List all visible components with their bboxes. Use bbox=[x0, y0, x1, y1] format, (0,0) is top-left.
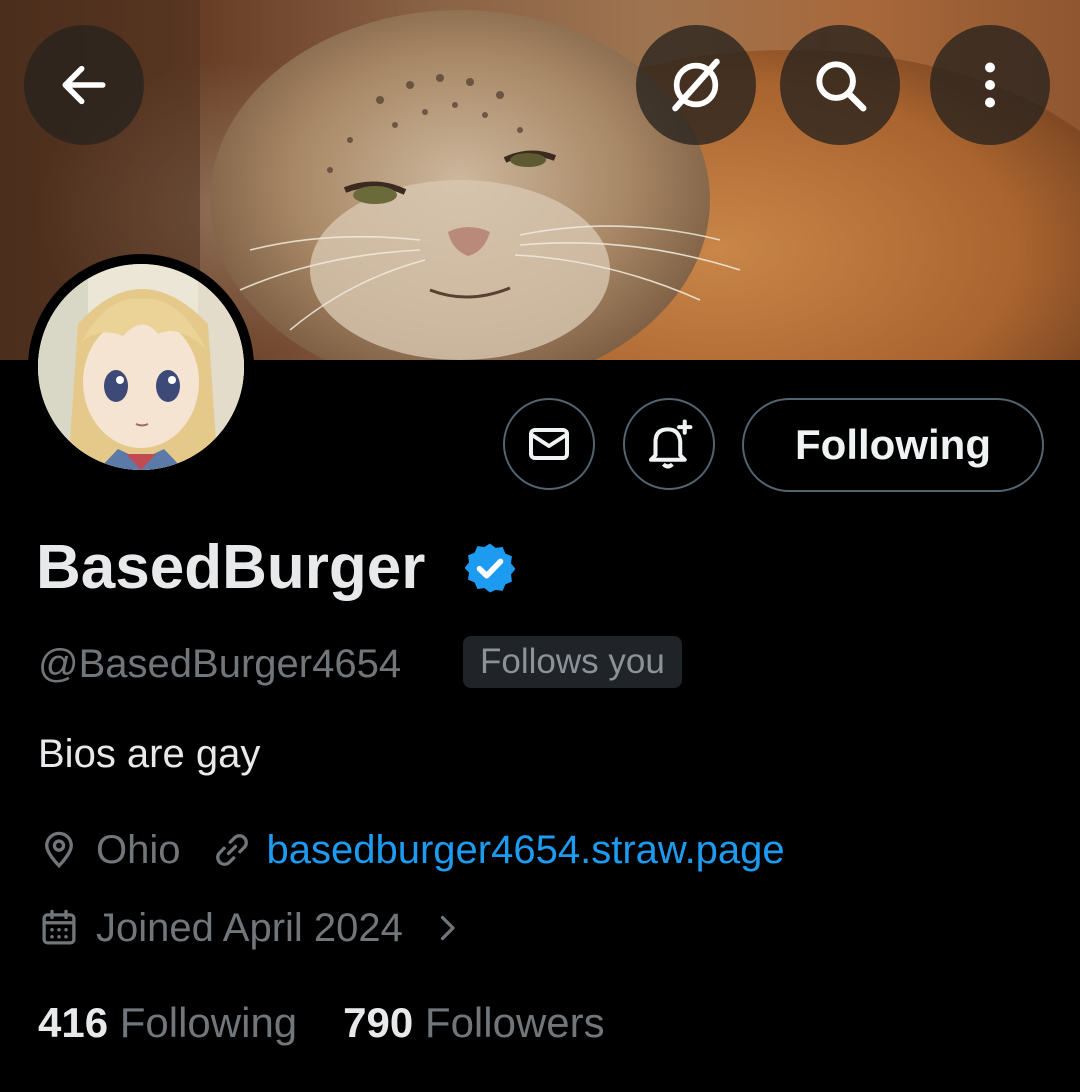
message-button[interactable] bbox=[503, 398, 595, 490]
notifications-button[interactable] bbox=[623, 398, 715, 490]
bio-text: Bios are gay bbox=[38, 732, 261, 776]
more-vertical-icon bbox=[985, 62, 995, 108]
followers-label: Followers bbox=[424, 999, 605, 1046]
more-options-button[interactable] bbox=[930, 25, 1050, 145]
following-count: 416 bbox=[38, 999, 109, 1046]
link-icon bbox=[215, 834, 248, 866]
followers-count: 790 bbox=[343, 999, 414, 1046]
location-pin-icon bbox=[45, 831, 73, 869]
location-text: Ohio bbox=[96, 828, 181, 872]
user-handle: @BasedBurger4654 bbox=[38, 642, 402, 686]
joined-date-text: Joined April 2024 bbox=[96, 906, 403, 950]
profile-meta-row: Ohio basedburger4654.straw.page bbox=[38, 824, 785, 876]
display-name: BasedBurger bbox=[36, 533, 426, 602]
verified-badge-icon[interactable] bbox=[462, 540, 518, 596]
avatar-image bbox=[38, 264, 244, 470]
mail-icon bbox=[529, 428, 569, 460]
following-stat[interactable]: 416 Following bbox=[38, 996, 297, 1050]
avatar[interactable] bbox=[28, 254, 254, 480]
profile-page: Following BasedBurger @BasedBurger4654 F… bbox=[0, 0, 1080, 1092]
grok-button[interactable] bbox=[636, 25, 756, 145]
search-icon bbox=[816, 61, 867, 112]
chevron-right-icon bbox=[440, 915, 455, 941]
calendar-icon bbox=[42, 909, 76, 945]
grok-icon bbox=[672, 58, 720, 112]
arrow-left-icon bbox=[62, 65, 106, 105]
search-button[interactable] bbox=[780, 25, 900, 145]
avatar-anime-illustration bbox=[38, 264, 244, 470]
website-link[interactable]: basedburger4654.straw.page bbox=[267, 824, 785, 876]
followers-stat[interactable]: 790 Followers bbox=[343, 996, 604, 1050]
follow-stats: 416 Following 790 Followers bbox=[38, 996, 605, 1050]
following-label: Following bbox=[119, 999, 298, 1046]
follows-you-badge: Follows you bbox=[463, 636, 682, 688]
joined-row[interactable]: Joined April 2024 bbox=[38, 902, 465, 954]
bell-plus-icon bbox=[648, 419, 693, 469]
back-button[interactable] bbox=[24, 25, 144, 145]
following-button[interactable]: Following bbox=[742, 398, 1044, 492]
